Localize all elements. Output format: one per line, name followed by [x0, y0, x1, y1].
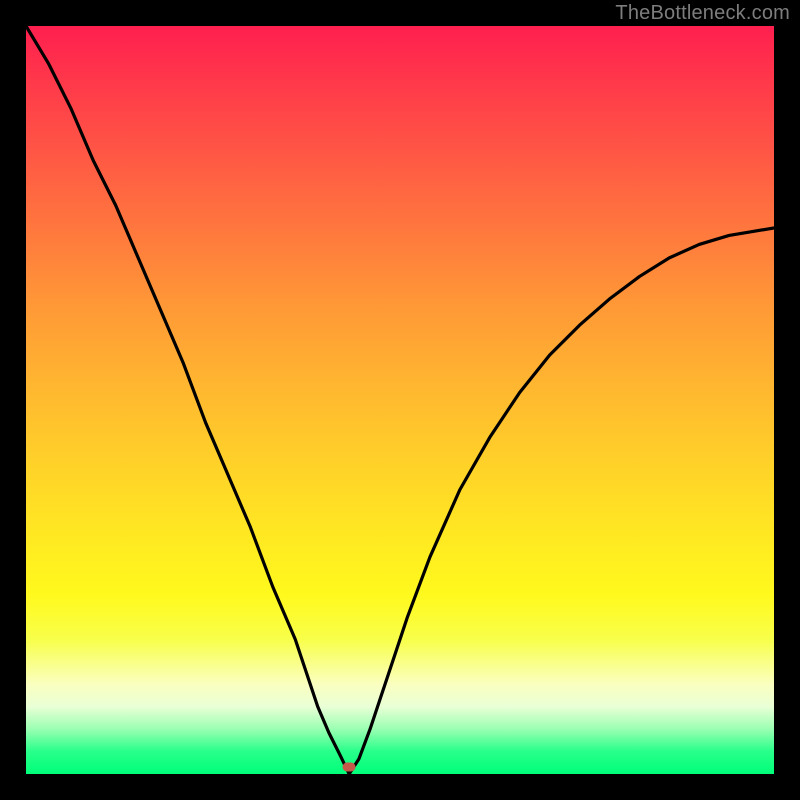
plot-area	[26, 26, 774, 774]
watermark-text: TheBottleneck.com	[615, 2, 790, 25]
bottleneck-curve	[26, 26, 774, 774]
min-point-marker	[343, 762, 356, 771]
chart-root: TheBottleneck.com	[0, 0, 800, 800]
